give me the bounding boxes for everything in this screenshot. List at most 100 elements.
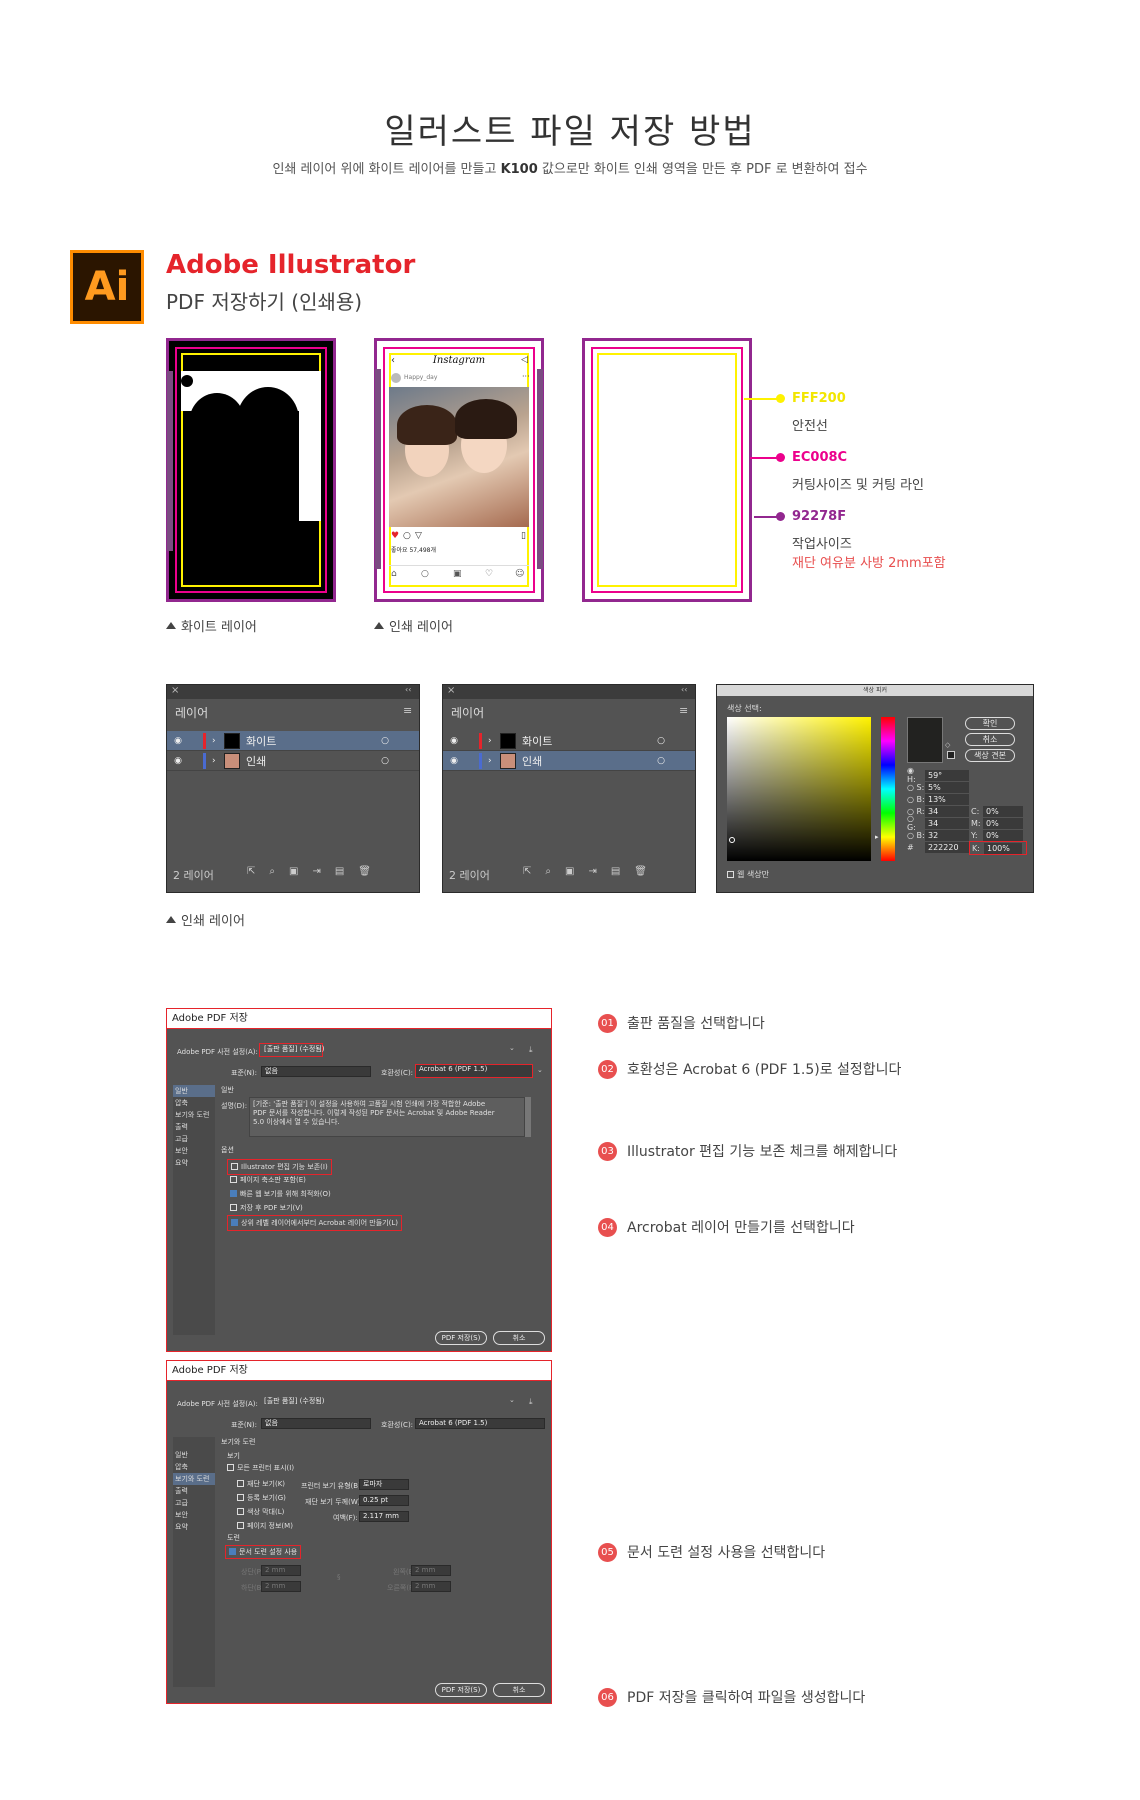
new-layer-icon[interactable]: ▤ (335, 866, 358, 877)
layer-row-print[interactable]: ◉ › 인쇄 ○ (167, 751, 419, 771)
expand-arrow-icon[interactable]: › (488, 736, 500, 746)
sublayer-icon[interactable]: ⇥ (312, 866, 334, 877)
sidebar-item-summary[interactable]: 요약 (173, 1521, 215, 1533)
use-doc-bleed-checkbox[interactable]: 문서 도련 설정 사용 (225, 1545, 302, 1559)
ok-button[interactable]: 확인 (965, 717, 1015, 730)
layer-row-white[interactable]: ◉ › 화이트 ○ (167, 731, 419, 751)
cancel-button[interactable]: 취소 (493, 1331, 545, 1345)
hue-slider[interactable] (881, 717, 895, 861)
standard-select[interactable]: 없음 (261, 1418, 371, 1429)
locate-icon[interactable]: ⌕ (545, 866, 565, 877)
checkbox-icon[interactable] (727, 871, 734, 878)
checkbox-icon[interactable] (227, 1464, 234, 1471)
preset-select[interactable]: [출판 품질] (수정됨) (261, 1045, 519, 1056)
hue-slider-handle-icon[interactable]: ▸ (875, 833, 879, 841)
checkbox-checked-icon[interactable] (229, 1548, 236, 1555)
eye-icon[interactable]: ◉ (167, 756, 189, 766)
legend-code-safe: FFF200 (792, 391, 846, 406)
mark-trim[interactable]: 재단 보기(K) (237, 1477, 293, 1491)
sidebar-item-security[interactable]: 보안 (173, 1509, 215, 1521)
sidebar-item-security[interactable]: 보안 (173, 1145, 215, 1157)
layer-row-print[interactable]: ◉ › 인쇄 ○ (443, 751, 695, 771)
cancel-button[interactable]: 취소 (965, 733, 1015, 746)
sidebar-item-advanced[interactable]: 고급 (173, 1497, 215, 1509)
preset-select[interactable]: [출판 품질] (수정됨) (261, 1397, 519, 1408)
sidebar-item-compress[interactable]: 압축 (173, 1461, 215, 1473)
checkbox-checked-icon[interactable] (231, 1219, 238, 1226)
eye-icon[interactable]: ◉ (167, 736, 189, 746)
color-cursor-icon[interactable] (729, 837, 735, 843)
clip-icon[interactable]: ▣ (289, 866, 312, 877)
sublayer-icon[interactable]: ⇥ (588, 866, 610, 877)
mark-color-bars[interactable]: 색상 막대(L) (237, 1505, 293, 1519)
checkbox-icon[interactable] (231, 1163, 238, 1170)
cancel-button[interactable]: 취소 (493, 1683, 545, 1697)
sidebar-item-compress[interactable]: 압축 (173, 1097, 215, 1109)
close-icon[interactable]: × (171, 685, 179, 696)
pdf-save-button[interactable]: PDF 저장(S) (435, 1683, 487, 1697)
trash-icon[interactable]: 🗑 (358, 866, 385, 877)
compat-select[interactable]: Acrobat 6 (PDF 1.5) (415, 1418, 545, 1429)
offset-input[interactable]: 2.117 mm (359, 1511, 409, 1522)
locate-icon[interactable]: ⌕ (269, 866, 289, 877)
target-icon[interactable]: ○ (657, 736, 665, 746)
clip-icon[interactable]: ▣ (565, 866, 588, 877)
option-view-after[interactable]: 저장 후 PDF 보기(V) (227, 1201, 402, 1215)
checkbox-icon[interactable] (230, 1176, 237, 1183)
expand-arrow-icon[interactable]: › (212, 756, 224, 766)
option-thumbnails[interactable]: 페이지 축소판 포함(E) (227, 1173, 402, 1187)
all-marks-checkbox[interactable]: 모든 프린터 표시(I) (227, 1463, 294, 1473)
checkbox-icon[interactable] (237, 1508, 244, 1515)
option-illustrator-edit[interactable]: Illustrator 편집 기능 보존(I) (227, 1159, 402, 1175)
printer-type-select[interactable]: 로마자 (359, 1479, 409, 1490)
sidebar-item-general[interactable]: 일반 (173, 1449, 215, 1461)
checkbox-icon[interactable] (237, 1494, 244, 1501)
target-icon[interactable]: ○ (381, 736, 389, 746)
panel-menu-icon[interactable]: ≡ (679, 704, 688, 717)
option-fast-web[interactable]: 빠른 웹 보기를 위해 최적화(O) (227, 1187, 402, 1201)
sidebar-item-marks[interactable]: 보기와 도련 (173, 1473, 215, 1485)
save-preset-icon[interactable]: ⤓ (529, 1045, 533, 1055)
panel-menu-icon[interactable]: ≡ (403, 704, 412, 717)
export-icon[interactable]: ⇱ (247, 866, 269, 877)
checkbox-icon[interactable] (230, 1204, 237, 1211)
compat-select[interactable]: Acrobat 6 (PDF 1.5) (415, 1064, 533, 1078)
pdf-save-button[interactable]: PDF 저장(S) (435, 1331, 487, 1345)
mark-page-info[interactable]: 페이지 정보(M) (237, 1519, 293, 1533)
profile-icon: ☺ (515, 569, 525, 579)
collapse-icon[interactable]: ‹‹ (405, 685, 411, 694)
scrollbar[interactable] (525, 1097, 531, 1137)
guide-frame-mock (582, 338, 752, 602)
expand-arrow-icon[interactable]: › (488, 756, 500, 766)
color-field[interactable] (727, 717, 871, 861)
step-06: 06 PDF 저장을 클릭하여 파일을 생성합니다 (598, 1687, 865, 1707)
eye-icon[interactable]: ◉ (443, 736, 465, 746)
checkbox-icon[interactable] (237, 1480, 244, 1487)
option-acrobat-layers[interactable]: 상위 레벨 레이어에서부터 Acrobat 레이어 만들기(L) (227, 1215, 402, 1231)
checkbox-icon[interactable] (237, 1522, 244, 1529)
weight-select[interactable]: 0.25 pt (359, 1495, 409, 1506)
collapse-icon[interactable]: ‹‹ (681, 685, 687, 694)
web-only-checkbox[interactable]: 웹 색상만 (727, 869, 769, 880)
step-text: PDF 저장을 클릭하여 파일을 생성합니다 (627, 1690, 866, 1706)
new-layer-icon[interactable]: ▤ (611, 866, 634, 877)
save-preset-icon[interactable]: ⤓ (529, 1397, 533, 1407)
eye-icon[interactable]: ◉ (443, 756, 465, 766)
target-icon[interactable]: ○ (657, 756, 665, 766)
mark-registration[interactable]: 등록 보기(G) (237, 1491, 293, 1505)
sidebar-item-general[interactable]: 일반 (173, 1085, 215, 1097)
trash-icon[interactable]: 🗑 (634, 866, 661, 877)
standard-select[interactable]: 없음 (261, 1066, 371, 1077)
sidebar-item-output[interactable]: 출력 (173, 1121, 215, 1133)
sidebar-item-summary[interactable]: 요약 (173, 1157, 215, 1169)
layer-row-white[interactable]: ◉ › 화이트 ○ (443, 731, 695, 751)
expand-arrow-icon[interactable]: › (212, 736, 224, 746)
swatches-button[interactable]: 색상 견본 (965, 749, 1015, 762)
sidebar-item-output[interactable]: 출력 (173, 1485, 215, 1497)
sidebar-item-marks[interactable]: 보기와 도련 (173, 1109, 215, 1121)
close-icon[interactable]: × (447, 685, 455, 696)
export-icon[interactable]: ⇱ (523, 866, 545, 877)
target-icon[interactable]: ○ (381, 756, 389, 766)
sidebar-item-advanced[interactable]: 고급 (173, 1133, 215, 1145)
checkbox-checked-icon[interactable] (230, 1190, 237, 1197)
